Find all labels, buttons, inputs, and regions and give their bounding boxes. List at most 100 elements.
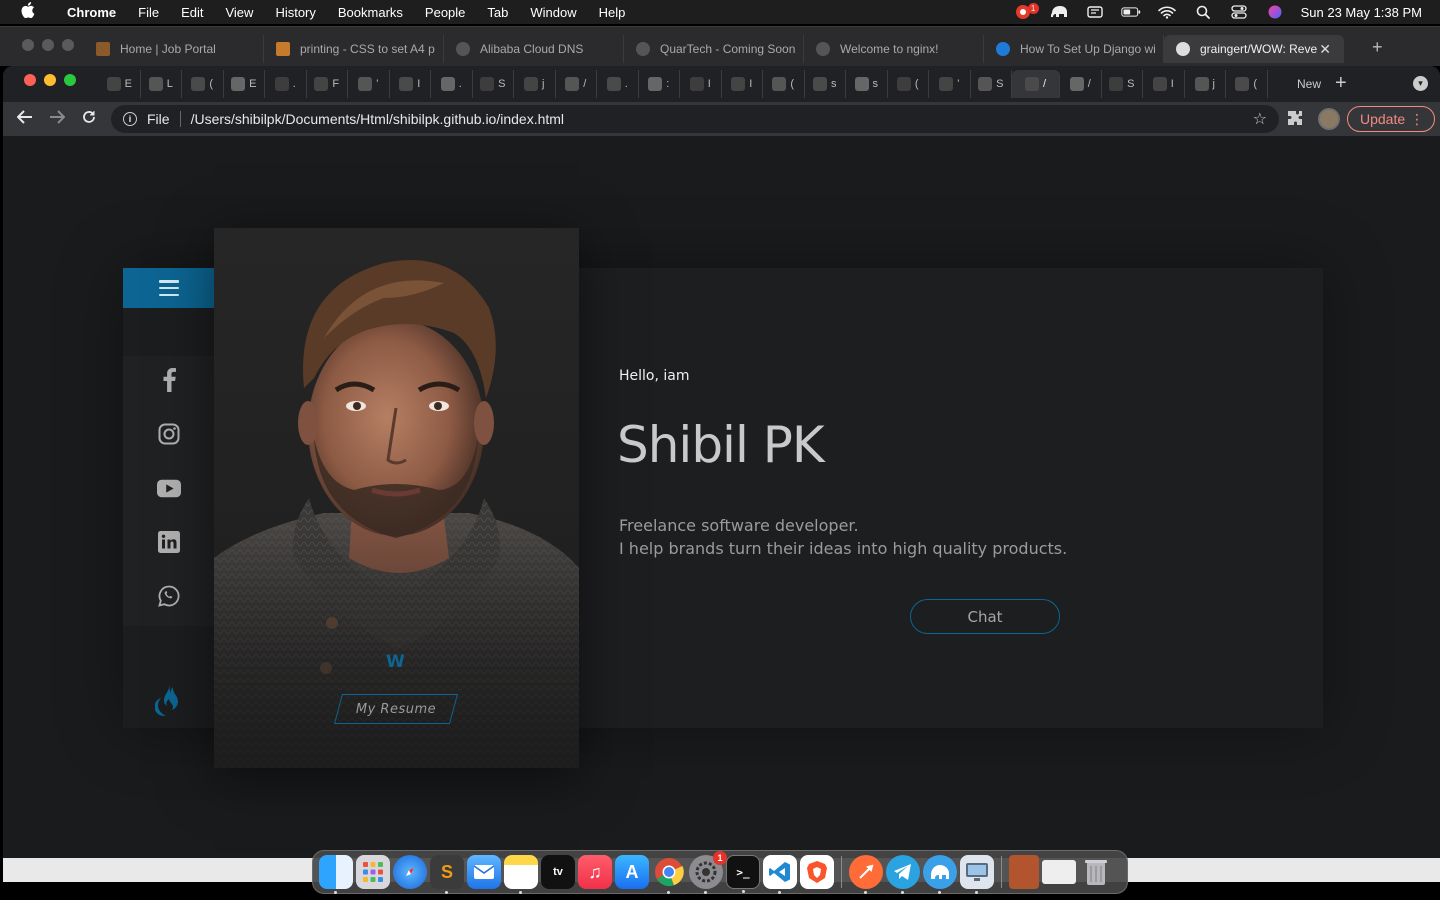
browser-tab[interactable]: . [431, 70, 473, 98]
close-window-button[interactable] [24, 74, 36, 86]
background-tab[interactable]: Home | Job Portal [84, 35, 264, 63]
browser-tab[interactable]: . [597, 70, 639, 98]
update-button[interactable]: Update ⋮ [1347, 106, 1435, 132]
menu-bookmarks[interactable]: Bookmarks [327, 5, 414, 20]
menu-toggle-button[interactable] [123, 268, 214, 308]
menu-edit[interactable]: Edit [170, 5, 214, 20]
bookmark-star-icon[interactable]: ☆ [1253, 109, 1267, 129]
dock-safari-icon[interactable] [393, 855, 427, 889]
dock-notes-icon[interactable] [504, 855, 538, 894]
dock-system-preferences-icon[interactable]: 1 [689, 851, 727, 894]
active-tab[interactable]: / [1012, 70, 1060, 98]
browser-tab[interactable]: : [639, 70, 680, 98]
elephant-icon[interactable] [1049, 5, 1069, 19]
profile-avatar[interactable] [1318, 108, 1340, 130]
address-url[interactable]: /Users/shibilpk/Documents/Html/shibilpk.… [191, 111, 564, 127]
browser-tab[interactable]: I [722, 70, 763, 98]
dock-vscode-icon[interactable] [763, 855, 797, 894]
browser-tab[interactable]: L [141, 70, 182, 98]
new-tab-icon[interactable]: + [1335, 72, 1347, 95]
menu-view[interactable]: View [214, 5, 264, 20]
dock-launchpad-icon[interactable] [356, 855, 390, 889]
chat-button[interactable]: Chat [910, 599, 1060, 634]
whatsapp-icon[interactable] [157, 584, 181, 608]
dock-mail-icon[interactable] [467, 855, 501, 889]
background-tab[interactable]: printing - CSS to set A4 p [264, 35, 444, 63]
menu-help[interactable]: Help [588, 5, 637, 20]
flame-icon[interactable] [154, 684, 183, 716]
browser-tab[interactable]: j [1185, 70, 1226, 98]
background-tab-active[interactable]: graingert/WOW: Reve ✕ [1164, 35, 1344, 63]
browser-tab[interactable]: I [1143, 70, 1185, 98]
resume-button[interactable]: My Resume [333, 694, 459, 724]
apple-menu-icon[interactable] [0, 2, 56, 22]
browser-tab[interactable]: ( [888, 70, 929, 98]
browser-tab[interactable]: S [971, 70, 1012, 98]
back-icon[interactable] [9, 109, 41, 129]
more-menu-icon[interactable]: ⋮ [1410, 111, 1424, 128]
background-tab[interactable]: QuarTech - Coming Soon [624, 35, 804, 63]
browser-tab[interactable]: S [1102, 70, 1143, 98]
browser-tab[interactable]: . [265, 70, 307, 98]
facebook-icon[interactable] [157, 368, 181, 392]
address-bar[interactable]: i File /Users/shibilpk/Documents/Html/sh… [111, 105, 1279, 133]
site-info-icon[interactable]: i [123, 112, 137, 126]
tab-search-icon[interactable]: ▾ [1413, 76, 1428, 91]
dock-google-chrome-icon[interactable] [652, 855, 686, 894]
dock-bitwarden-icon[interactable] [923, 855, 957, 894]
dock-sublime-text-icon[interactable]: S [430, 855, 464, 894]
close-tab-icon[interactable]: ✕ [1319, 41, 1331, 58]
minimize-window-button[interactable] [44, 74, 56, 86]
browser-tab[interactable]: F [307, 70, 348, 98]
dock-documents-stack-icon[interactable] [1042, 860, 1076, 884]
dock-terminal-icon[interactable]: >_ [726, 855, 760, 893]
menu-tab[interactable]: Tab [476, 5, 519, 20]
input-source-icon[interactable] [1085, 5, 1105, 19]
chrome-status-icon[interactable]: 1 [1013, 3, 1039, 19]
dock-app-store-icon[interactable]: A [615, 855, 649, 889]
dock-telegram-icon[interactable] [886, 855, 920, 894]
browser-tab[interactable]: s [846, 70, 888, 98]
browser-tab[interactable]: S [473, 70, 514, 98]
reload-icon[interactable] [73, 110, 105, 129]
background-tab[interactable]: How To Set Up Django wi [984, 35, 1164, 63]
linkedin-icon[interactable] [157, 530, 181, 554]
dock-apple-tv-icon[interactable]: tv [541, 855, 575, 889]
battery-icon[interactable] [1120, 5, 1141, 19]
menu-app-name[interactable]: Chrome [56, 5, 127, 20]
browser-tab[interactable]: ( [1226, 70, 1268, 98]
browser-tab[interactable]: s [805, 70, 846, 98]
background-new-tab-icon[interactable]: + [1372, 37, 1383, 58]
browser-tab[interactable]: I [390, 70, 431, 98]
wifi-icon[interactable] [1157, 5, 1177, 19]
extensions-puzzle-icon[interactable] [1287, 110, 1303, 130]
new-tab-label[interactable]: New [1291, 70, 1327, 98]
dock-remote-desktop-icon[interactable] [960, 855, 994, 894]
background-tab[interactable]: Alibaba Cloud DNS [444, 35, 624, 63]
dock-downloads-stack-icon[interactable] [1009, 855, 1039, 889]
dock-postman-icon[interactable] [849, 855, 883, 894]
background-tab[interactable]: Welcome to nginx! [804, 35, 984, 63]
menu-people[interactable]: People [414, 5, 476, 20]
browser-tab[interactable]: / [556, 70, 597, 98]
browser-tab[interactable]: ' [348, 70, 390, 98]
dock-finder-icon[interactable] [319, 855, 353, 894]
instagram-icon[interactable] [157, 422, 181, 446]
browser-tab[interactable]: ' [929, 70, 971, 98]
menu-window[interactable]: Window [519, 5, 587, 20]
browser-tab[interactable]: ( [182, 70, 224, 98]
browser-tab[interactable]: E [224, 70, 265, 98]
browser-tab[interactable]: ( [763, 70, 805, 98]
forward-icon[interactable] [41, 109, 73, 129]
spotlight-search-icon[interactable] [1193, 5, 1213, 19]
dock-brave-icon[interactable] [800, 855, 834, 889]
dock-music-icon[interactable]: ♫ [578, 855, 612, 889]
youtube-icon[interactable] [157, 476, 181, 500]
browser-tab[interactable]: j [514, 70, 556, 98]
control-center-icon[interactable] [1229, 5, 1249, 19]
zoom-window-button[interactable] [64, 74, 76, 86]
menu-file[interactable]: File [127, 5, 170, 20]
menu-history[interactable]: History [264, 5, 326, 20]
browser-tab[interactable]: I [680, 70, 722, 98]
dock-trash-icon[interactable] [1079, 855, 1113, 889]
